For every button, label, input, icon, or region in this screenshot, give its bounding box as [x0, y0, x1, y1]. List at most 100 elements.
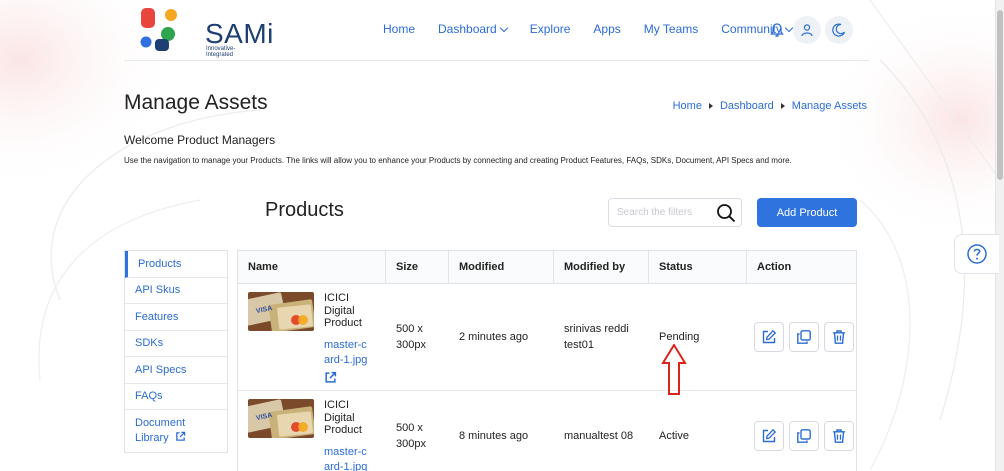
search-input[interactable]: [615, 206, 719, 219]
dark-mode-toggle[interactable]: [825, 16, 853, 44]
question-icon: [967, 244, 987, 264]
asset-sidebar: Products API Skus Features SDKs API Spec…: [124, 250, 228, 453]
add-product-button[interactable]: Add Product: [757, 198, 857, 227]
file-name[interactable]: master-card-1.jpg: [324, 446, 367, 471]
product-name-text: ICICI Digital Product: [324, 292, 362, 329]
sidebar-item-label: API Specs: [135, 363, 187, 376]
breadcrumb-dashboard[interactable]: Dashboard: [720, 100, 774, 112]
trash-icon: [833, 330, 845, 344]
copy-button[interactable]: [789, 322, 819, 352]
chevron-down-icon: [499, 23, 508, 32]
search-icon[interactable]: [716, 203, 736, 223]
sidebar-item-features[interactable]: Features: [125, 304, 227, 331]
scrollbar-thumb[interactable]: [997, 10, 1003, 180]
modified-value: 8 minutes ago: [459, 430, 529, 442]
sidebar-item-label: Products: [138, 257, 182, 270]
annotation-arrow-icon: [661, 344, 687, 395]
help-button[interactable]: [954, 234, 999, 274]
nav-explore[interactable]: Explore: [530, 22, 571, 36]
brand-logo[interactable]: SAMi Innovative-Integrated: [140, 8, 273, 58]
action-cell: [747, 284, 856, 390]
top-header: SAMi Innovative-Integrated Home Dashboar…: [124, 0, 869, 61]
col-header-size[interactable]: Size: [386, 251, 449, 283]
credit-card-image: VISA: [248, 292, 314, 331]
file-link[interactable]: master-card-1.jpg: [324, 338, 372, 368]
edit-icon: [762, 428, 777, 443]
nav-dashboard-label: Dashboard: [438, 22, 497, 36]
user-profile-button[interactable]: [793, 16, 821, 44]
name-cell: VISA ICICI Digital Product master-card-1…: [238, 284, 386, 390]
edit-button[interactable]: [754, 421, 784, 451]
main-nav: Home Dashboard Explore Apps My Teams Com…: [383, 22, 815, 36]
file-link[interactable]: master-card-1.jpg: [324, 445, 372, 471]
nav-apps-label: Apps: [593, 22, 621, 36]
col-header-status[interactable]: Status: [649, 251, 747, 283]
copy-icon: [797, 429, 811, 443]
modified-by-value: srinivas reddi test01: [564, 323, 629, 351]
size-cell: 500 x 300px: [386, 284, 449, 390]
modified-by-value: manualtest 08: [564, 430, 634, 442]
product-name: ICICI Digital Product master-card-1.jpg: [324, 292, 372, 390]
trash-icon: [833, 429, 845, 443]
delete-button[interactable]: [824, 322, 854, 352]
assets-table: Name Size Modified Modified by Status Ac…: [237, 250, 857, 471]
col-header-modified[interactable]: Modified: [449, 251, 554, 283]
table-header: Name Size Modified Modified by Status Ac…: [238, 251, 856, 284]
sidebar-item-label: SDKs: [135, 337, 164, 350]
brand-tagline: Innovative-Integrated: [206, 46, 236, 58]
table-row: VISA ICICI Digital Product master-card-1…: [238, 391, 856, 471]
col-header-name[interactable]: Name: [238, 251, 386, 283]
nav-home[interactable]: Home: [383, 22, 415, 36]
sidebar-item-label: Document Library: [135, 416, 197, 446]
sidebar-item-api-skus[interactable]: API Skus: [125, 278, 227, 304]
nav-apps[interactable]: Apps: [593, 22, 620, 36]
sidebar-item-label: FAQs: [135, 390, 163, 403]
col-header-action: Action: [757, 261, 792, 273]
modified-by-cell: srinivas reddi test01: [554, 284, 649, 390]
nav-dashboard[interactable]: Dashboard: [438, 22, 508, 36]
status-badge: Pending: [659, 331, 700, 343]
size-cell: 500 x 300px: [386, 391, 449, 471]
sidebar-item-sdks[interactable]: SDKs: [125, 331, 227, 357]
product-thumbnail: VISA: [248, 292, 314, 331]
chevron-down-icon: [784, 23, 794, 32]
modified-cell: 2 minutes ago: [449, 284, 554, 390]
modified-cell: 8 minutes ago: [449, 391, 554, 471]
search-box: [608, 198, 742, 227]
col-header-modified-by[interactable]: Modified by: [554, 251, 649, 283]
sidebar-item-api-specs[interactable]: API Specs: [125, 357, 227, 384]
nav-home-label: Home: [383, 22, 416, 36]
breadcrumb-home[interactable]: Home: [673, 100, 702, 112]
nav-my-teams[interactable]: My Teams: [644, 22, 698, 36]
action-cell: [747, 391, 856, 471]
breadcrumb: Home Dashboard Manage Assets: [673, 100, 867, 112]
edit-button[interactable]: [754, 322, 784, 352]
copy-button[interactable]: [789, 421, 819, 451]
status-cell: Active: [649, 391, 747, 471]
product-thumbnail: VISA: [248, 399, 314, 438]
modified-value: 2 minutes ago: [459, 331, 529, 343]
delete-button[interactable]: [824, 421, 854, 451]
bell-icon[interactable]: [769, 22, 785, 38]
size-value: 500 x 300px: [396, 422, 426, 450]
sidebar-item-faqs[interactable]: FAQs: [125, 384, 227, 410]
file-name[interactable]: master-card-1.jpg: [324, 339, 367, 366]
user-icon: [801, 24, 813, 37]
sidebar-item-products[interactable]: Products: [125, 251, 227, 278]
welcome-heading: Welcome Product Managers: [124, 133, 276, 147]
edit-icon: [762, 329, 777, 344]
sidebar-item-label: API Skus: [135, 284, 181, 297]
sami-logo-icon: [140, 8, 177, 51]
product-name-text: ICICI Digital Product: [324, 399, 362, 436]
breadcrumb-separator-icon: [708, 103, 713, 109]
modified-by-cell: manualtest 08: [554, 391, 649, 471]
sidebar-item-document-library[interactable]: Document Library: [125, 410, 227, 452]
external-link-icon[interactable]: [324, 371, 337, 384]
page-title: Manage Assets: [124, 91, 268, 114]
product-name: ICICI Digital Product master-card-1.jpg: [324, 399, 372, 471]
table-row: VISA ICICI Digital Product master-card-1…: [238, 284, 856, 391]
nav-explore-label: Explore: [529, 22, 571, 36]
breadcrumb-manage-assets[interactable]: Manage Assets: [792, 100, 867, 112]
products-heading: Products: [265, 199, 344, 221]
name-cell: VISA ICICI Digital Product master-card-1…: [238, 391, 386, 471]
